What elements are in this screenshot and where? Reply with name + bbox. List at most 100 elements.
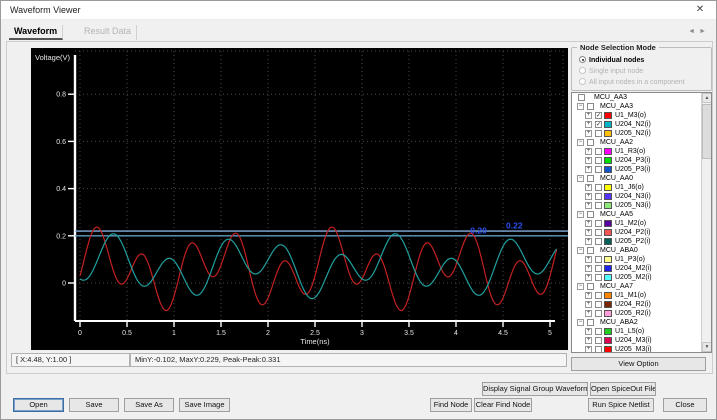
expand-icon[interactable]: +: [585, 274, 592, 281]
tree-checkbox[interactable]: [595, 256, 602, 263]
tree-checkbox[interactable]: [595, 184, 602, 191]
tree-checkbox[interactable]: [595, 202, 602, 209]
tree-checkbox[interactable]: [587, 247, 594, 254]
run-spice-netlist-button[interactable]: Run Spice Netlist: [588, 398, 654, 412]
tab-waveform[interactable]: Waveform: [9, 25, 63, 40]
clear-find-node-button[interactable]: Clear Find Node: [474, 398, 532, 412]
tree-row[interactable]: MCU_AA3: [572, 93, 702, 102]
tree-checkbox[interactable]: [595, 193, 602, 200]
tree-row[interactable]: −MCU_AA2: [572, 138, 702, 147]
tree-checkbox[interactable]: [595, 229, 602, 236]
tree-checkbox[interactable]: [595, 238, 602, 245]
collapse-icon[interactable]: −: [577, 283, 584, 290]
tree-row[interactable]: +U1_P3(o): [572, 255, 702, 264]
tree-row[interactable]: +U204_P2(i): [572, 228, 702, 237]
expand-icon[interactable]: +: [585, 292, 592, 299]
expand-icon[interactable]: +: [585, 220, 592, 227]
tree-checkbox[interactable]: [595, 166, 602, 173]
tab-scroll-left-icon[interactable]: ◄: [688, 28, 699, 35]
expand-icon[interactable]: +: [585, 157, 592, 164]
expand-icon[interactable]: +: [585, 202, 592, 209]
display-signal-group-waveform-button[interactable]: Display Signal Group Waveform: [482, 382, 588, 396]
tree-checkbox[interactable]: [595, 220, 602, 227]
tree-scrollbar[interactable]: ▲ ▼: [701, 93, 711, 352]
collapse-icon[interactable]: −: [577, 139, 584, 146]
tree-row[interactable]: +U204_P3(i): [572, 156, 702, 165]
tree-row[interactable]: +U1_J6(o): [572, 183, 702, 192]
tree-checkbox[interactable]: [595, 265, 602, 272]
radio-individual-nodes[interactable]: Individual nodes: [579, 56, 644, 65]
tree-row[interactable]: −MCU_AA0: [572, 174, 702, 183]
tree-checkbox[interactable]: [587, 211, 594, 218]
expand-icon[interactable]: +: [585, 193, 592, 200]
expand-icon[interactable]: +: [585, 112, 592, 119]
node-tree[interactable]: MCU_AA3−MCU_AA3+✓U1_M3(o)+✓U204_N2(i)+U2…: [571, 92, 712, 353]
tree-row[interactable]: +U205_M3(i): [572, 345, 702, 353]
tree-row[interactable]: −MCU_AA3: [572, 102, 702, 111]
expand-icon[interactable]: +: [585, 265, 592, 272]
tree-checkbox[interactable]: [587, 319, 594, 326]
expand-icon[interactable]: +: [585, 238, 592, 245]
tree-row[interactable]: −MCU_ABA2: [572, 318, 702, 327]
tree-checkbox[interactable]: [595, 130, 602, 137]
view-option-button[interactable]: View Option: [571, 357, 706, 371]
tree-checkbox[interactable]: [587, 103, 594, 110]
tab-result-data[interactable]: Result Data: [79, 25, 137, 40]
scrollbar-thumb[interactable]: [702, 104, 712, 159]
tree-row[interactable]: +U204_M2(i): [572, 264, 702, 273]
tree-row[interactable]: +U205_P3(i): [572, 165, 702, 174]
tree-row[interactable]: +✓U1_M3(o): [572, 111, 702, 120]
close-button[interactable]: Close: [663, 398, 707, 412]
save-image-button[interactable]: Save Image: [179, 398, 230, 412]
expand-icon[interactable]: +: [585, 337, 592, 344]
tree-row[interactable]: +U205_M2(i): [572, 273, 702, 282]
tree-row[interactable]: +U1_R3(o): [572, 147, 702, 156]
save-button[interactable]: Save: [69, 398, 119, 412]
tree-row[interactable]: −MCU_ABA0: [572, 246, 702, 255]
tree-checkbox[interactable]: [578, 94, 585, 101]
expand-icon[interactable]: +: [585, 130, 592, 137]
tree-checkbox[interactable]: [595, 148, 602, 155]
collapse-icon[interactable]: −: [577, 103, 584, 110]
tree-row[interactable]: +U204_M3(i): [572, 336, 702, 345]
tree-checkbox[interactable]: [595, 292, 602, 299]
tree-row[interactable]: +U1_L5(o): [572, 327, 702, 336]
waveform-canvas[interactable]: 00.20.40.60.800.511.522.533.544.55Voltag…: [31, 48, 568, 350]
tree-checkbox[interactable]: ✓: [595, 121, 602, 128]
tree-row[interactable]: +U205_N2(i): [572, 129, 702, 138]
tree-row[interactable]: −MCU_AA7: [572, 282, 702, 291]
tree-checkbox[interactable]: [595, 310, 602, 317]
scroll-down-icon[interactable]: ▼: [702, 342, 712, 352]
tree-checkbox[interactable]: [587, 175, 594, 182]
expand-icon[interactable]: +: [585, 166, 592, 173]
scroll-up-icon[interactable]: ▲: [702, 93, 712, 103]
save-as-button[interactable]: Save As: [124, 398, 174, 412]
expand-icon[interactable]: +: [585, 346, 592, 353]
waveform-plot[interactable]: 00.20.40.60.800.511.522.533.544.55Voltag…: [31, 48, 568, 350]
collapse-icon[interactable]: −: [577, 247, 584, 254]
tab-scroll-arrows[interactable]: ◄►: [688, 28, 710, 35]
tree-checkbox[interactable]: [595, 346, 602, 353]
tree-row[interactable]: +U205_P2(i): [572, 237, 702, 246]
open-spiceout-file-button[interactable]: Open SpiceOut File: [590, 382, 656, 396]
expand-icon[interactable]: +: [585, 310, 592, 317]
expand-icon[interactable]: +: [585, 148, 592, 155]
tree-checkbox[interactable]: [595, 274, 602, 281]
expand-icon[interactable]: +: [585, 121, 592, 128]
expand-icon[interactable]: +: [585, 184, 592, 191]
tree-checkbox[interactable]: [595, 301, 602, 308]
tree-row[interactable]: +✓U204_N2(i): [572, 120, 702, 129]
expand-icon[interactable]: +: [585, 328, 592, 335]
tree-row[interactable]: −MCU_AA5: [572, 210, 702, 219]
find-node-button[interactable]: Find Node: [430, 398, 472, 412]
tab-scroll-right-icon[interactable]: ►: [699, 28, 710, 35]
tree-checkbox[interactable]: [595, 157, 602, 164]
tree-row[interactable]: +U1_M2(o): [572, 219, 702, 228]
radio-icon[interactable]: [579, 56, 586, 63]
tree-checkbox[interactable]: [595, 328, 602, 335]
collapse-icon[interactable]: −: [577, 175, 584, 182]
close-icon[interactable]: ✕: [692, 3, 708, 17]
tree-row[interactable]: +U204_R2(i): [572, 300, 702, 309]
expand-icon[interactable]: +: [585, 256, 592, 263]
tree-checkbox[interactable]: ✓: [595, 112, 602, 119]
